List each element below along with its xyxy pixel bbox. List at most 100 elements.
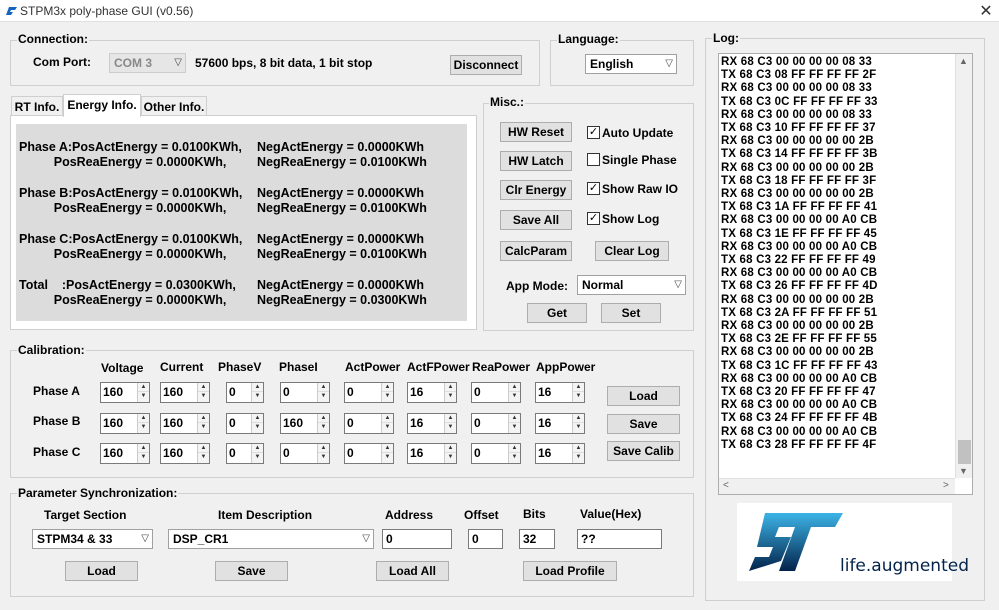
spin-buttons[interactable]: ▲ ▼ [572,444,584,463]
close-icon[interactable]: ✕ [976,1,996,21]
get-button[interactable]: Get [527,303,587,323]
spin-buttons[interactable]: ▲ ▼ [251,383,263,402]
cal-phase-b-phasei-spinbox[interactable]: 160 ▲ ▼ [280,413,330,434]
save-all-button[interactable]: Save All [500,210,572,230]
spin-up-icon[interactable]: ▲ [382,414,393,423]
tab-rt-info[interactable]: RT Info. [11,96,63,116]
tab-energy-info[interactable]: Energy Info. [63,94,141,117]
clr-energy-button[interactable]: Clr Energy [500,180,572,200]
spin-down-icon[interactable]: ▼ [509,423,520,432]
cal-phase-a-apppower-spinbox[interactable]: 16 ▲ ▼ [535,382,585,403]
spin-buttons[interactable]: ▲ ▼ [381,414,393,433]
auto-update-checkbox[interactable]: ✓ [587,126,600,139]
item-description-select[interactable]: DSP_CR1 ▽ [168,529,374,549]
spin-up-icon[interactable]: ▲ [573,383,584,392]
spin-down-icon[interactable]: ▼ [318,453,329,462]
set-button[interactable]: Set [601,303,661,323]
cal-phase-b-apppower-spinbox[interactable]: 16 ▲ ▼ [535,413,585,434]
cal-phase-b-actfpower-spinbox[interactable]: 16 ▲ ▼ [407,413,457,434]
spin-up-icon[interactable]: ▲ [382,444,393,453]
target-section-select[interactable]: STPM34 & 33 ▽ [32,529,153,549]
cal-phase-c-reapower-spinbox[interactable]: 0 ▲ ▼ [471,443,521,464]
cal-phase-c-phasev-spinbox[interactable]: 0 ▲ ▼ [226,443,264,464]
cal-phase-a-phasev-spinbox[interactable]: 0 ▲ ▼ [226,382,264,403]
spin-down-icon[interactable]: ▼ [138,423,149,432]
scroll-down-icon[interactable]: ▼ [959,466,968,476]
log-scroll-thumb[interactable] [958,440,971,464]
spin-buttons[interactable]: ▲ ▼ [197,414,209,433]
spin-down-icon[interactable]: ▼ [573,453,584,462]
show-log-checkbox[interactable]: ✓ [587,212,600,225]
single-phase-checkbox[interactable] [587,153,600,166]
spin-buttons[interactable]: ▲ ▼ [508,414,520,433]
spin-down-icon[interactable]: ▼ [445,453,456,462]
cal-phase-a-voltage-spinbox[interactable]: 160 ▲ ▼ [100,382,150,403]
hw-reset-button[interactable]: HW Reset [500,122,572,142]
spin-buttons[interactable]: ▲ ▼ [381,383,393,402]
spin-buttons[interactable]: ▲ ▼ [137,383,149,402]
cal-phase-a-reapower-spinbox[interactable]: 0 ▲ ▼ [471,382,521,403]
spin-up-icon[interactable]: ▲ [382,383,393,392]
spin-up-icon[interactable]: ▲ [198,444,209,453]
spin-down-icon[interactable]: ▼ [198,423,209,432]
cal-phase-a-actpower-spinbox[interactable]: 0 ▲ ▼ [344,382,394,403]
spin-down-icon[interactable]: ▼ [198,392,209,401]
cal-phase-c-actfpower-spinbox[interactable]: 16 ▲ ▼ [407,443,457,464]
spin-down-icon[interactable]: ▼ [573,423,584,432]
load-profile-button[interactable]: Load Profile [523,561,617,581]
spin-buttons[interactable]: ▲ ▼ [137,414,149,433]
spin-up-icon[interactable]: ▲ [573,444,584,453]
address-input[interactable]: 0 [382,529,452,549]
spin-down-icon[interactable]: ▼ [252,392,263,401]
spin-down-icon[interactable]: ▼ [509,392,520,401]
spin-down-icon[interactable]: ▼ [198,453,209,462]
scroll-left-icon[interactable]: < [723,480,729,491]
cal-phase-c-voltage-spinbox[interactable]: 160 ▲ ▼ [100,443,150,464]
cal-phase-a-current-spinbox[interactable]: 160 ▲ ▼ [160,382,210,403]
spin-down-icon[interactable]: ▼ [445,423,456,432]
spin-up-icon[interactable]: ▲ [198,414,209,423]
log-vertical-scrollbar[interactable]: ▲ ▼ [955,54,972,478]
spin-up-icon[interactable]: ▲ [509,414,520,423]
spin-down-icon[interactable]: ▼ [138,392,149,401]
param-save-button[interactable]: Save [215,561,288,581]
cal-phase-c-phasei-spinbox[interactable]: 0 ▲ ▼ [280,443,330,464]
spin-up-icon[interactable]: ▲ [318,414,329,423]
cal-phase-a-actfpower-spinbox[interactable]: 16 ▲ ▼ [407,382,457,403]
offset-input[interactable]: 0 [468,529,503,549]
log-textbox[interactable]: RX 68 C3 00 00 00 00 08 33 TX 68 C3 08 FF… [718,53,973,495]
show-raw-io-checkbox[interactable]: ✓ [587,182,600,195]
value-hex-input[interactable]: ?? [577,529,662,549]
spin-buttons[interactable]: ▲ ▼ [251,444,263,463]
spin-down-icon[interactable]: ▼ [382,392,393,401]
spin-down-icon[interactable]: ▼ [382,453,393,462]
cal-load-button[interactable]: Load [607,386,680,406]
spin-up-icon[interactable]: ▲ [252,444,263,453]
spin-up-icon[interactable]: ▲ [318,383,329,392]
spin-up-icon[interactable]: ▲ [445,444,456,453]
com-port-select[interactable]: COM 3 ▽ [109,53,186,73]
spin-buttons[interactable]: ▲ ▼ [251,414,263,433]
cal-phase-a-phasei-spinbox[interactable]: 0 ▲ ▼ [280,382,330,403]
spin-buttons[interactable]: ▲ ▼ [137,444,149,463]
load-all-button[interactable]: Load All [376,561,449,581]
app-mode-select[interactable]: Normal ▽ [577,275,686,295]
cal-save-button[interactable]: Save [607,414,680,434]
spin-up-icon[interactable]: ▲ [138,444,149,453]
spin-up-icon[interactable]: ▲ [138,414,149,423]
spin-up-icon[interactable]: ▲ [252,383,263,392]
spin-down-icon[interactable]: ▼ [445,392,456,401]
cal-phase-b-reapower-spinbox[interactable]: 0 ▲ ▼ [471,413,521,434]
hw-latch-button[interactable]: HW Latch [500,151,572,171]
spin-up-icon[interactable]: ▲ [445,414,456,423]
spin-up-icon[interactable]: ▲ [573,414,584,423]
calc-param-button[interactable]: CalcParam [500,241,572,261]
tab-other-info[interactable]: Other Info. [141,96,207,116]
spin-down-icon[interactable]: ▼ [382,423,393,432]
spin-buttons[interactable]: ▲ ▼ [317,444,329,463]
clear-log-button[interactable]: Clear Log [595,241,669,261]
param-load-button[interactable]: Load [65,561,138,581]
spin-up-icon[interactable]: ▲ [252,414,263,423]
spin-up-icon[interactable]: ▲ [445,383,456,392]
spin-down-icon[interactable]: ▼ [573,392,584,401]
